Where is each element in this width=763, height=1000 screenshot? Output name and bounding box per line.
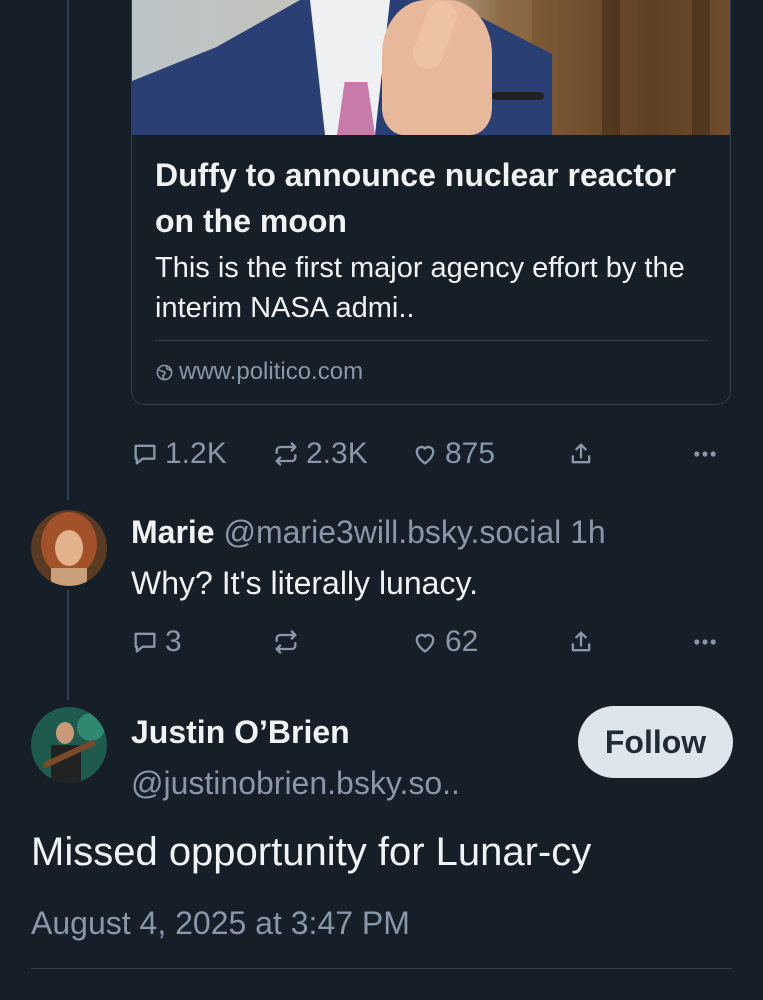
- reply-count: 3: [165, 625, 182, 658]
- repost-icon: [275, 442, 297, 466]
- repost-icon: [275, 630, 297, 654]
- handle[interactable]: @justinobrien.bsky.so..: [131, 763, 460, 803]
- more-icon: [694, 639, 716, 645]
- avatar-marie[interactable]: [31, 510, 107, 586]
- divider: [31, 968, 732, 969]
- repost-button[interactable]: [272, 624, 306, 660]
- author-name-block: Justin O’Brien: [131, 712, 350, 752]
- like-icon: [415, 445, 435, 465]
- like-button[interactable]: 875: [411, 436, 495, 472]
- more-icon: [694, 451, 716, 457]
- globe-icon: [156, 364, 173, 380]
- more-options-button[interactable]: [691, 624, 719, 660]
- post-timestamp: August 4, 2025 at 3:47 PM: [31, 905, 410, 941]
- share-icon: [571, 631, 591, 652]
- post-age[interactable]: 1h: [570, 514, 606, 550]
- like-icon: [415, 633, 435, 653]
- link-card[interactable]: Duffy to announce nuclear reactor on the…: [131, 0, 731, 405]
- share-icon: [571, 443, 591, 464]
- link-card-image: [132, 0, 730, 135]
- link-card-domain: www.politico.com: [155, 357, 363, 387]
- thread-line-top: [67, 0, 69, 500]
- link-card-domain-text: www.politico.com: [179, 358, 364, 385]
- repost-button[interactable]: 2.3K: [272, 436, 368, 472]
- post-text: Missed opportunity for Lunar-cy: [31, 830, 592, 874]
- reply-button[interactable]: 1.2K: [131, 436, 227, 472]
- post-actions-bar: 1.2K 2.3K 875: [131, 436, 731, 472]
- display-name[interactable]: Marie: [131, 514, 215, 550]
- reply-header: Marie @marie3will.bsky.social 1h: [131, 512, 606, 552]
- share-button[interactable]: [567, 624, 595, 660]
- reply-icon: [134, 444, 156, 465]
- link-card-description: This is the first major agency effort by…: [155, 252, 685, 324]
- reply-actions-bar: 3 62: [131, 624, 731, 660]
- like-count: 62: [445, 625, 479, 658]
- display-name[interactable]: Justin O’Brien: [131, 714, 350, 750]
- follow-button[interactable]: Follow: [578, 706, 733, 778]
- like-button[interactable]: 62: [411, 624, 478, 660]
- reply-icon: [134, 632, 156, 653]
- repost-count: 2.3K: [306, 437, 368, 470]
- reply-text: Why? It's literally lunacy.: [131, 565, 478, 601]
- handle[interactable]: @marie3will.bsky.social: [223, 514, 561, 550]
- reply-button[interactable]: 3: [131, 624, 182, 660]
- link-card-divider: [155, 340, 708, 341]
- avatar-justin[interactable]: [31, 707, 107, 783]
- more-options-button[interactable]: [691, 436, 719, 472]
- reply-count: 1.2K: [165, 437, 227, 470]
- share-button[interactable]: [567, 436, 595, 472]
- thread-line-bottom: [67, 590, 69, 700]
- link-card-title[interactable]: Duffy to announce nuclear reactor on the…: [155, 152, 715, 244]
- like-count: 875: [445, 437, 496, 470]
